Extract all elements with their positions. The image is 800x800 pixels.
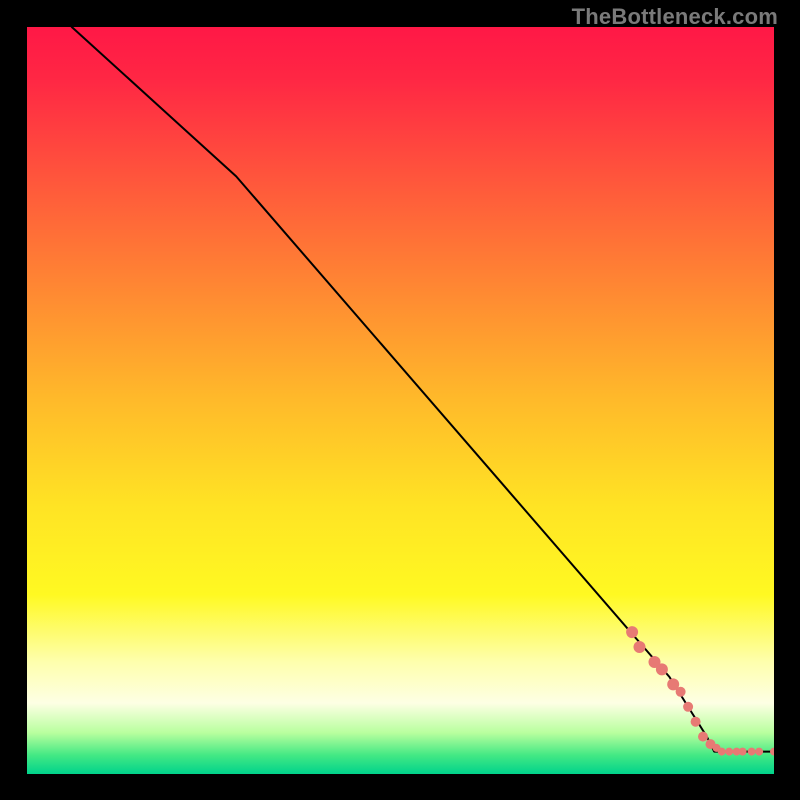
data-point	[656, 663, 668, 675]
data-point	[748, 748, 756, 756]
data-point	[698, 732, 708, 742]
data-point	[718, 748, 726, 756]
data-point	[683, 702, 693, 712]
data-point	[676, 687, 686, 697]
data-point	[725, 748, 733, 756]
data-point	[634, 641, 646, 653]
chart-stage: TheBottleneck.com	[0, 0, 800, 800]
chart-svg	[27, 27, 774, 774]
gradient-background	[27, 27, 774, 774]
data-point	[755, 748, 763, 756]
data-point	[739, 748, 747, 756]
data-point	[691, 717, 701, 727]
data-point	[626, 626, 638, 638]
plot-area	[27, 27, 774, 774]
